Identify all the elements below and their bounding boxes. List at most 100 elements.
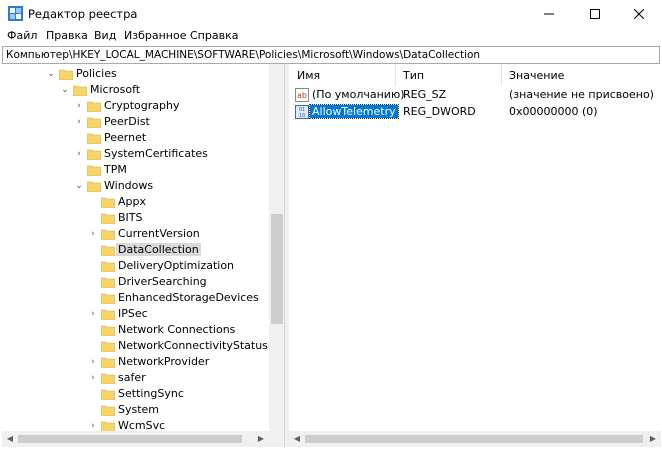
folder-icon	[101, 277, 115, 288]
title-bar: Редактор реестра	[0, 0, 662, 28]
column-divider[interactable]	[501, 64, 502, 86]
close-button[interactable]	[616, 0, 662, 28]
chevron-right-icon[interactable]: ›	[88, 372, 98, 384]
value-name: (По умолчанию)	[312, 88, 405, 101]
scroll-right-arrow-icon[interactable]: ▶	[253, 431, 269, 447]
maximize-icon	[590, 9, 600, 19]
menu-help[interactable]: Справка	[190, 29, 238, 42]
close-icon	[634, 9, 644, 19]
tree-node-label: System	[118, 403, 160, 416]
menu-edit[interactable]: Правка	[46, 29, 88, 42]
tree-node-label: NetworkConnectivityStatusIndi	[118, 339, 285, 352]
values-pane[interactable]: Имя Тип Значение ab (По умолчанию) REG_S…	[289, 64, 661, 447]
no-expander	[88, 244, 98, 256]
chevron-down-icon[interactable]: ⌄	[60, 84, 70, 96]
column-divider[interactable]	[395, 64, 396, 86]
tree-node-label: Peernet	[104, 131, 147, 144]
no-expander	[74, 164, 84, 176]
values-horizontal-scroll-thumb[interactable]	[305, 435, 643, 443]
chevron-right-icon[interactable]: ›	[88, 308, 98, 320]
tree-node-label: SystemCertificates	[104, 147, 208, 160]
column-header-data[interactable]: Значение	[509, 69, 564, 82]
no-expander	[88, 388, 98, 400]
maximize-button[interactable]	[572, 0, 618, 28]
folder-icon	[87, 101, 101, 112]
no-expander	[88, 276, 98, 288]
folder-icon	[101, 325, 115, 336]
folder-icon	[101, 309, 115, 320]
tree-node-label: BITS	[118, 211, 143, 224]
minimize-icon	[544, 13, 554, 15]
column-header-type[interactable]: Тип	[403, 69, 424, 82]
folder-icon	[101, 357, 115, 368]
value-name: AllowTelemetry	[309, 104, 399, 119]
no-expander	[88, 340, 98, 352]
chevron-right-icon[interactable]: ›	[88, 356, 98, 368]
folder-icon	[101, 229, 115, 240]
no-expander	[74, 132, 84, 144]
folder-icon	[87, 149, 101, 160]
chevron-right-icon[interactable]: ›	[74, 116, 84, 128]
folder-icon	[101, 213, 115, 224]
tree-node-label: DriverSearching	[118, 275, 207, 288]
tree-node-label: Policies	[76, 67, 117, 80]
window-title: Редактор реестра	[28, 7, 138, 21]
value-type: REG_DWORD	[403, 105, 476, 118]
folder-icon	[87, 165, 101, 176]
scroll-right-arrow-icon[interactable]: ▶	[645, 431, 661, 447]
value-data: (значение не присвоено)	[509, 88, 654, 101]
address-path: Компьютер\HKEY_LOCAL_MACHINE\SOFTWARE\Po…	[6, 49, 481, 61]
no-expander	[88, 196, 98, 208]
folder-icon	[101, 405, 115, 416]
chevron-down-icon[interactable]: ⌄	[46, 68, 56, 80]
tree-node-label: NetworkProvider	[118, 355, 210, 368]
tree-node-label: DeliveryOptimization	[118, 259, 235, 272]
value-type: REG_SZ	[403, 88, 447, 101]
key-tree-pane[interactable]: ⌄ Policies ⌄ Microsoft › Cryptography › PeerDis…	[2, 64, 285, 447]
no-expander	[88, 324, 98, 336]
chevron-right-icon[interactable]: ›	[88, 228, 98, 240]
menu-file[interactable]: Файл	[7, 29, 37, 42]
tree-vertical-scroll-thumb[interactable]	[271, 214, 283, 324]
chevron-right-icon[interactable]: ›	[74, 100, 84, 112]
dword-value-icon: 01 10	[295, 105, 309, 119]
tree-node-label: TPM	[104, 163, 127, 176]
scroll-left-arrow-icon[interactable]: ◀	[289, 431, 305, 447]
folder-icon	[87, 133, 101, 144]
folder-icon	[101, 389, 115, 400]
folder-icon	[59, 69, 73, 80]
folder-icon	[101, 373, 115, 384]
value-row[interactable]: ab (По умолчанию) REG_SZ (значение не пр…	[289, 87, 654, 103]
tree-node-label: DataCollection	[116, 243, 201, 256]
tree-node-label: CurrentVersion	[118, 227, 200, 240]
svg-text:ab: ab	[297, 91, 307, 100]
folder-icon	[101, 197, 115, 208]
folder-icon	[101, 245, 115, 256]
value-data: 0x00000000 (0)	[509, 105, 598, 118]
folder-icon	[87, 117, 101, 128]
tree-node-label: SettingSync	[118, 387, 184, 400]
tree-horizontal-scroll-thumb[interactable]	[18, 435, 242, 443]
tree-node-label: Windows	[104, 179, 154, 192]
tree-node-label: safer	[118, 371, 146, 384]
value-row-selected[interactable]: 01 10 AllowTelemetry REG_DWORD 0x0000000…	[289, 104, 649, 120]
menu-view[interactable]: Вид	[94, 29, 116, 42]
menu-favorites[interactable]: Избранное	[124, 29, 186, 42]
column-header-name[interactable]: Имя	[297, 69, 320, 82]
tree-node-label: IPSec	[118, 307, 148, 320]
folder-icon	[87, 181, 101, 192]
chevron-down-icon[interactable]: ⌄	[74, 180, 84, 192]
address-bar[interactable]: Компьютер\HKEY_LOCAL_MACHINE\SOFTWARE\Po…	[2, 46, 660, 64]
no-expander	[88, 292, 98, 304]
chevron-right-icon[interactable]: ›	[74, 148, 84, 160]
string-value-icon: ab	[295, 88, 309, 102]
menu-bar: Файл Правка Вид Избранное Справка	[0, 28, 662, 46]
tree-node-label: PeerDist	[104, 115, 150, 128]
no-expander	[88, 404, 98, 416]
scroll-left-arrow-icon[interactable]: ◀	[2, 431, 18, 447]
regedit-app-icon	[8, 6, 23, 21]
folder-icon	[101, 293, 115, 304]
minimize-button[interactable]	[526, 0, 572, 28]
tree-node-label: EnhancedStorageDevices	[118, 291, 259, 304]
no-expander	[88, 212, 98, 224]
